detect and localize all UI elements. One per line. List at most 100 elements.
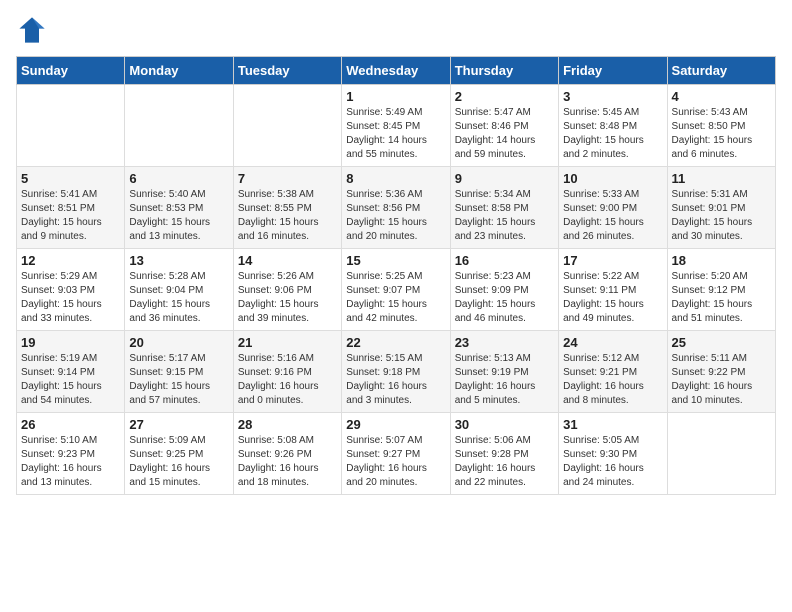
day-info: Sunrise: 5:13 AM Sunset: 9:19 PM Dayligh… <box>455 352 554 408</box>
day-number: 17 <box>563 253 662 268</box>
day-info: Sunrise: 5:29 AM Sunset: 9:03 PM Dayligh… <box>21 270 120 326</box>
day-info: Sunrise: 5:49 AM Sunset: 8:45 PM Dayligh… <box>346 106 445 162</box>
calendar-cell: 3 Sunrise: 5:45 AM Sunset: 8:48 PM Daylig… <box>559 85 667 167</box>
calendar-week-row: 19 Sunrise: 5:19 AM Sunset: 9:14 PM Dayli… <box>17 331 776 413</box>
day-number: 30 <box>455 417 554 432</box>
day-info: Sunrise: 5:43 AM Sunset: 8:50 PM Dayligh… <box>672 106 771 162</box>
day-info: Sunrise: 5:15 AM Sunset: 9:18 PM Dayligh… <box>346 352 445 408</box>
calendar-header-sunday: Sunday <box>17 57 125 85</box>
day-info: Sunrise: 5:12 AM Sunset: 9:21 PM Dayligh… <box>563 352 662 408</box>
calendar-cell: 24 Sunrise: 5:12 AM Sunset: 9:21 PM Dayli… <box>559 331 667 413</box>
calendar-cell: 15 Sunrise: 5:25 AM Sunset: 9:07 PM Dayli… <box>342 249 450 331</box>
day-info: Sunrise: 5:36 AM Sunset: 8:56 PM Dayligh… <box>346 188 445 244</box>
calendar-cell: 30 Sunrise: 5:06 AM Sunset: 9:28 PM Dayli… <box>450 413 558 495</box>
day-number: 16 <box>455 253 554 268</box>
day-info: Sunrise: 5:10 AM Sunset: 9:23 PM Dayligh… <box>21 434 120 490</box>
day-number: 31 <box>563 417 662 432</box>
day-info: Sunrise: 5:28 AM Sunset: 9:04 PM Dayligh… <box>129 270 228 326</box>
calendar-header-tuesday: Tuesday <box>233 57 341 85</box>
calendar-cell: 23 Sunrise: 5:13 AM Sunset: 9:19 PM Dayli… <box>450 331 558 413</box>
day-info: Sunrise: 5:31 AM Sunset: 9:01 PM Dayligh… <box>672 188 771 244</box>
calendar-cell: 31 Sunrise: 5:05 AM Sunset: 9:30 PM Dayli… <box>559 413 667 495</box>
day-info: Sunrise: 5:20 AM Sunset: 9:12 PM Dayligh… <box>672 270 771 326</box>
calendar-cell: 20 Sunrise: 5:17 AM Sunset: 9:15 PM Dayli… <box>125 331 233 413</box>
calendar-week-row: 12 Sunrise: 5:29 AM Sunset: 9:03 PM Dayli… <box>17 249 776 331</box>
logo-icon <box>18 16 46 44</box>
day-number: 14 <box>238 253 337 268</box>
calendar-cell: 28 Sunrise: 5:08 AM Sunset: 9:26 PM Dayli… <box>233 413 341 495</box>
calendar-cell: 22 Sunrise: 5:15 AM Sunset: 9:18 PM Dayli… <box>342 331 450 413</box>
day-number: 2 <box>455 89 554 104</box>
calendar-cell <box>233 85 341 167</box>
calendar-cell: 10 Sunrise: 5:33 AM Sunset: 9:00 PM Dayli… <box>559 167 667 249</box>
calendar-cell: 4 Sunrise: 5:43 AM Sunset: 8:50 PM Daylig… <box>667 85 775 167</box>
calendar-cell: 25Sunrise: 5:11 AM Sunset: 9:22 PM Dayli… <box>667 331 775 413</box>
day-info: Sunrise: 5:45 AM Sunset: 8:48 PM Dayligh… <box>563 106 662 162</box>
day-info: Sunrise: 5:08 AM Sunset: 9:26 PM Dayligh… <box>238 434 337 490</box>
day-number: 5 <box>21 171 120 186</box>
day-info: Sunrise: 5:06 AM Sunset: 9:28 PM Dayligh… <box>455 434 554 490</box>
day-number: 10 <box>563 171 662 186</box>
day-number: 28 <box>238 417 337 432</box>
calendar-cell: 9 Sunrise: 5:34 AM Sunset: 8:58 PM Daylig… <box>450 167 558 249</box>
day-number: 8 <box>346 171 445 186</box>
day-number: 15 <box>346 253 445 268</box>
calendar-header-row: SundayMondayTuesdayWednesdayThursdayFrid… <box>17 57 776 85</box>
day-number: 11 <box>672 171 771 186</box>
day-info: Sunrise: 5:25 AM Sunset: 9:07 PM Dayligh… <box>346 270 445 326</box>
calendar-week-row: 5 Sunrise: 5:41 AM Sunset: 8:51 PM Daylig… <box>17 167 776 249</box>
day-number: 7 <box>238 171 337 186</box>
day-info: Sunrise: 5:22 AM Sunset: 9:11 PM Dayligh… <box>563 270 662 326</box>
calendar-cell: 16 Sunrise: 5:23 AM Sunset: 9:09 PM Dayli… <box>450 249 558 331</box>
calendar-header-friday: Friday <box>559 57 667 85</box>
day-number: 18 <box>672 253 771 268</box>
day-info: Sunrise: 5:33 AM Sunset: 9:00 PM Dayligh… <box>563 188 662 244</box>
calendar-cell: 18 Sunrise: 5:20 AM Sunset: 9:12 PM Dayli… <box>667 249 775 331</box>
calendar-cell: 7 Sunrise: 5:38 AM Sunset: 8:55 PM Daylig… <box>233 167 341 249</box>
day-info: Sunrise: 5:40 AM Sunset: 8:53 PM Dayligh… <box>129 188 228 244</box>
calendar-cell: 13Sunrise: 5:28 AM Sunset: 9:04 PM Dayli… <box>125 249 233 331</box>
day-info: Sunrise: 5:07 AM Sunset: 9:27 PM Dayligh… <box>346 434 445 490</box>
day-number: 4 <box>672 89 771 104</box>
calendar-cell: 27Sunrise: 5:09 AM Sunset: 9:25 PM Dayli… <box>125 413 233 495</box>
day-number: 3 <box>563 89 662 104</box>
day-info: Sunrise: 5:23 AM Sunset: 9:09 PM Dayligh… <box>455 270 554 326</box>
calendar-cell: 19 Sunrise: 5:19 AM Sunset: 9:14 PM Dayli… <box>17 331 125 413</box>
day-number: 21 <box>238 335 337 350</box>
day-number: 26 <box>21 417 120 432</box>
day-number: 23 <box>455 335 554 350</box>
day-number: 19 <box>21 335 120 350</box>
calendar-header-wednesday: Wednesday <box>342 57 450 85</box>
day-info: Sunrise: 5:19 AM Sunset: 9:14 PM Dayligh… <box>21 352 120 408</box>
day-number: 9 <box>455 171 554 186</box>
day-info: Sunrise: 5:41 AM Sunset: 8:51 PM Dayligh… <box>21 188 120 244</box>
calendar-header-monday: Monday <box>125 57 233 85</box>
day-info: Sunrise: 5:05 AM Sunset: 9:30 PM Dayligh… <box>563 434 662 490</box>
calendar-cell: 26 Sunrise: 5:10 AM Sunset: 9:23 PM Dayli… <box>17 413 125 495</box>
calendar-cell <box>667 413 775 495</box>
day-info: Sunrise: 5:16 AM Sunset: 9:16 PM Dayligh… <box>238 352 337 408</box>
calendar-cell: 21 Sunrise: 5:16 AM Sunset: 9:16 PM Dayli… <box>233 331 341 413</box>
calendar-table: SundayMondayTuesdayWednesdayThursdayFrid… <box>16 56 776 495</box>
day-number: 20 <box>129 335 228 350</box>
day-number: 12 <box>21 253 120 268</box>
page-header <box>16 16 776 44</box>
day-info: Sunrise: 5:38 AM Sunset: 8:55 PM Dayligh… <box>238 188 337 244</box>
day-info: Sunrise: 5:26 AM Sunset: 9:06 PM Dayligh… <box>238 270 337 326</box>
day-info: Sunrise: 5:17 AM Sunset: 9:15 PM Dayligh… <box>129 352 228 408</box>
day-number: 6 <box>129 171 228 186</box>
calendar-header-thursday: Thursday <box>450 57 558 85</box>
calendar-cell <box>17 85 125 167</box>
day-number: 24 <box>563 335 662 350</box>
calendar-week-row: 1Sunrise: 5:49 AM Sunset: 8:45 PM Daylig… <box>17 85 776 167</box>
calendar-cell: 14 Sunrise: 5:26 AM Sunset: 9:06 PM Dayli… <box>233 249 341 331</box>
day-info: Sunrise: 5:34 AM Sunset: 8:58 PM Dayligh… <box>455 188 554 244</box>
day-number: 29 <box>346 417 445 432</box>
logo <box>16 16 46 44</box>
day-info: Sunrise: 5:47 AM Sunset: 8:46 PM Dayligh… <box>455 106 554 162</box>
day-info: Sunrise: 5:09 AM Sunset: 9:25 PM Dayligh… <box>129 434 228 490</box>
calendar-cell: 12 Sunrise: 5:29 AM Sunset: 9:03 PM Dayli… <box>17 249 125 331</box>
day-number: 22 <box>346 335 445 350</box>
calendar-cell: 1Sunrise: 5:49 AM Sunset: 8:45 PM Daylig… <box>342 85 450 167</box>
calendar-week-row: 26 Sunrise: 5:10 AM Sunset: 9:23 PM Dayli… <box>17 413 776 495</box>
